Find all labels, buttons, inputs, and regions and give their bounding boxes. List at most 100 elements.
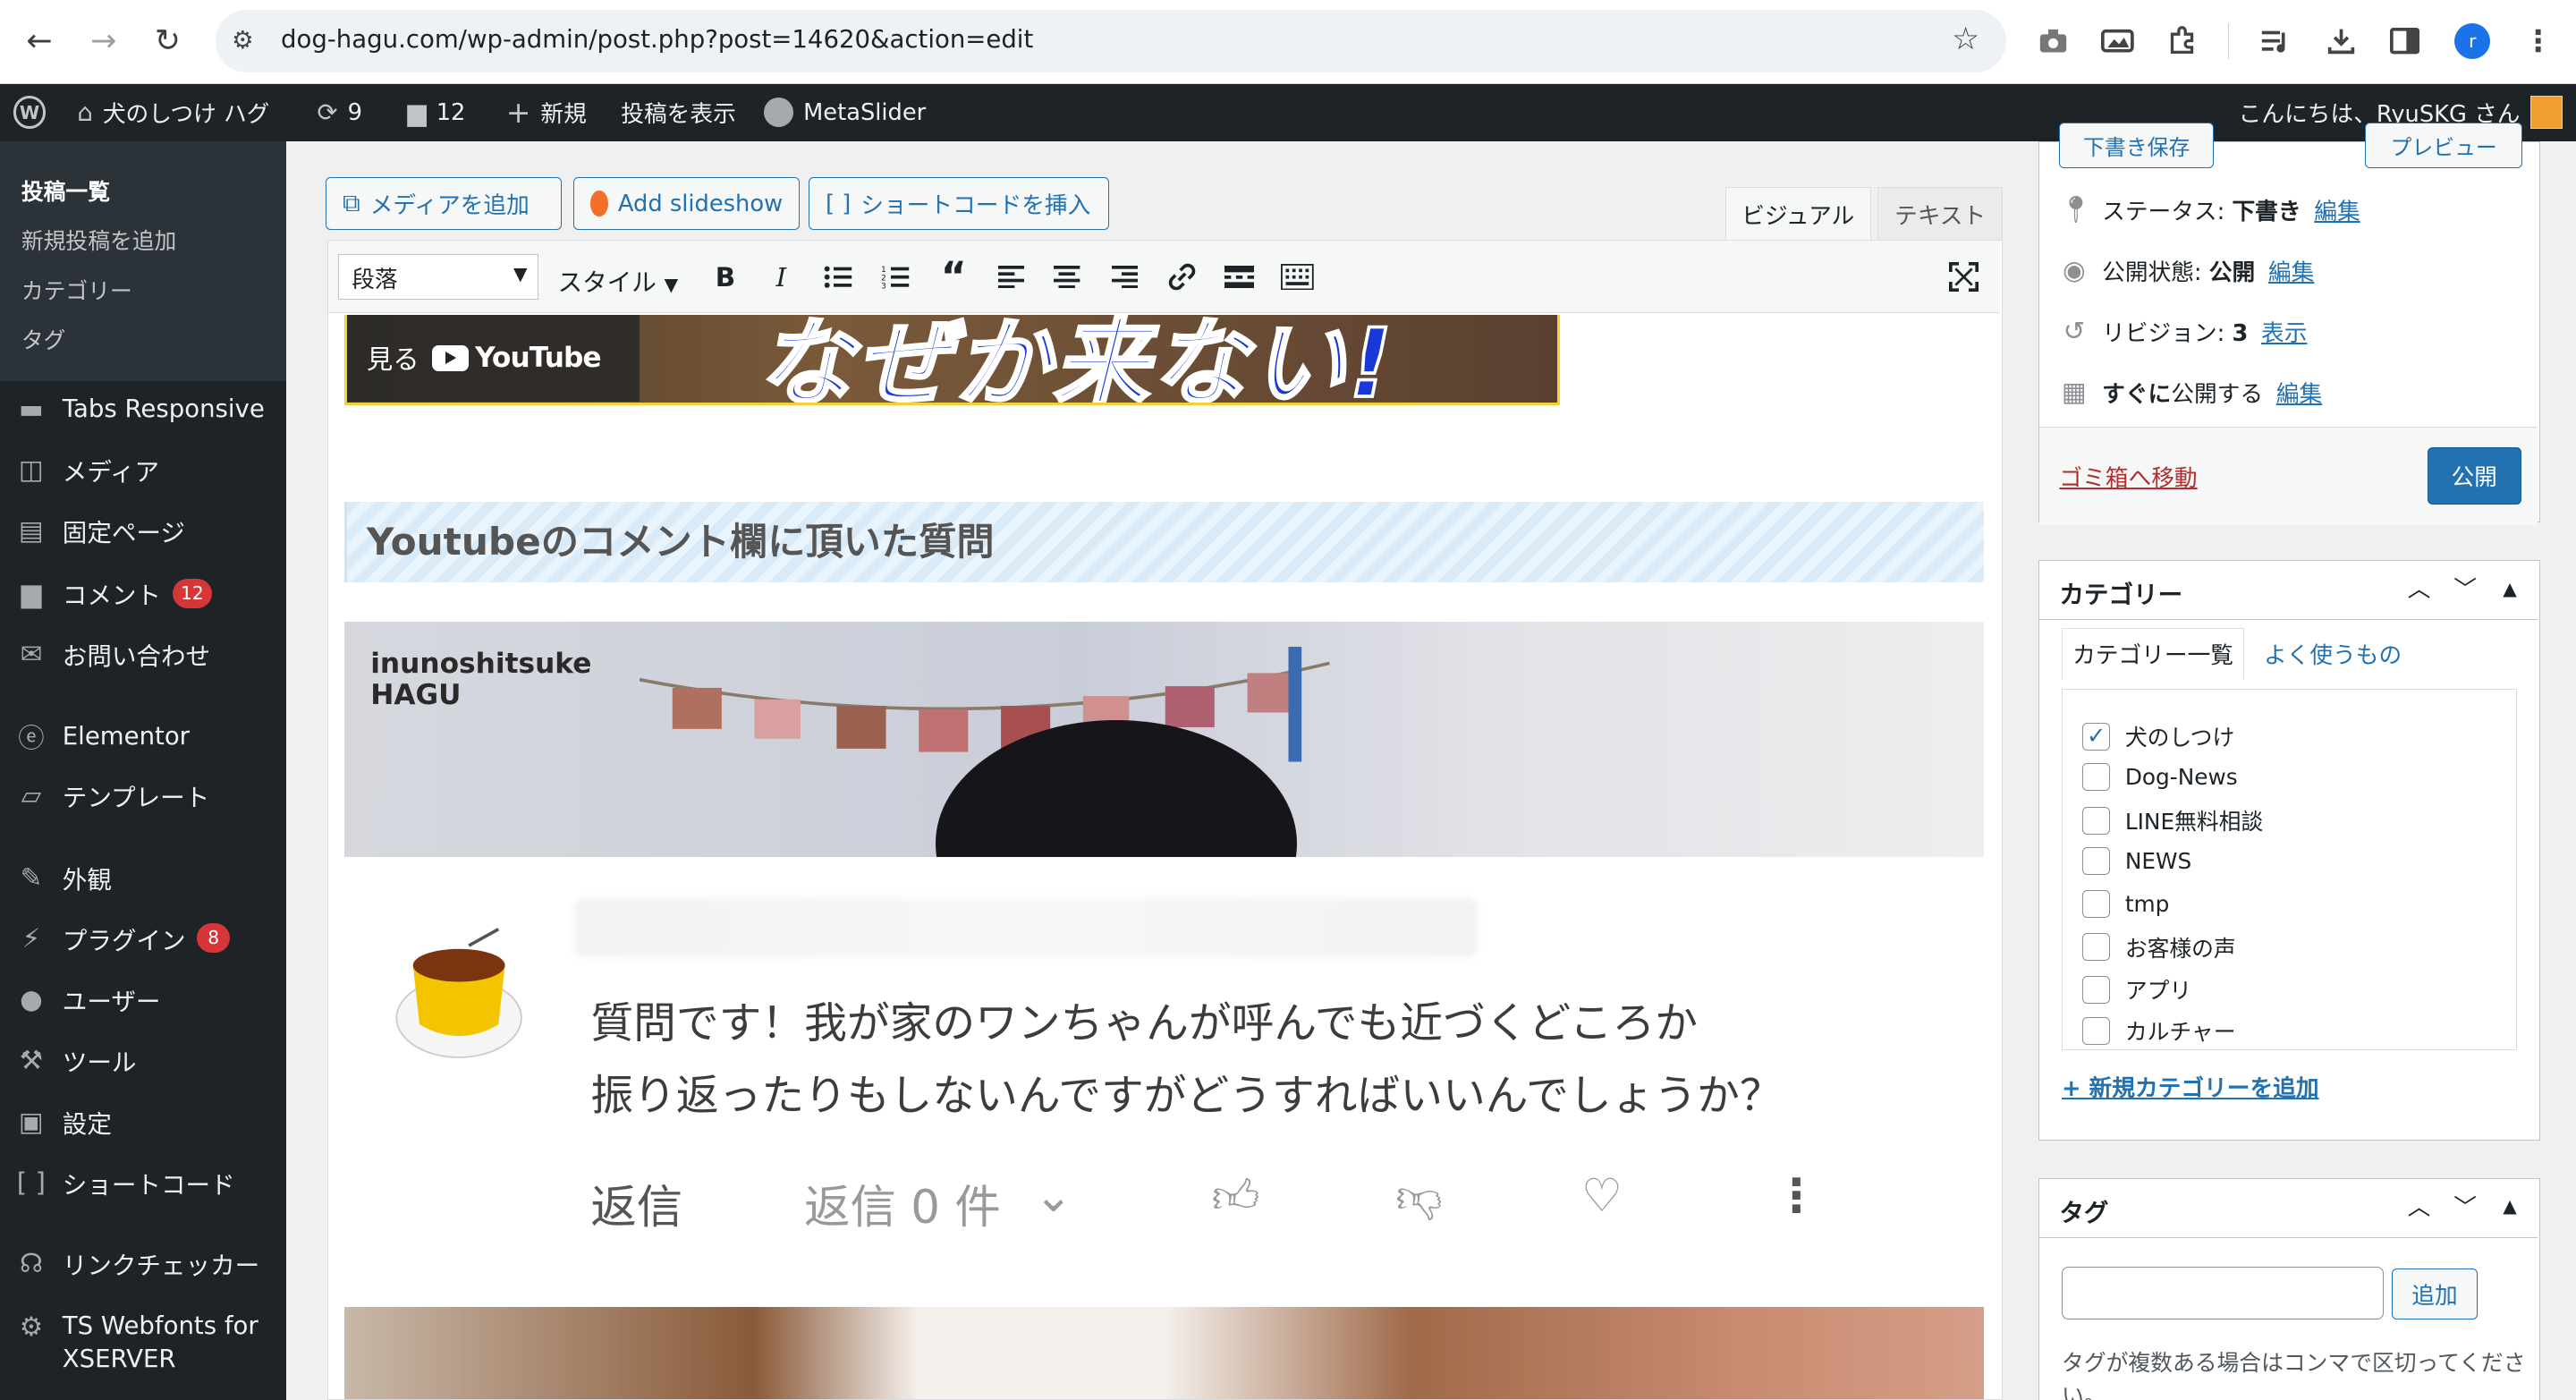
sidebar-item-shortcode[interactable]: [ ] ショートコード [0,1167,286,1200]
back-arrow-icon[interactable]: ← [18,20,61,63]
format-select[interactable]: 段落 ▼ [337,253,538,301]
sidebar-item-users[interactable]: ● ユーザー [0,982,286,1016]
checkbox[interactable] [2082,975,2111,1004]
style-select[interactable]: スタイル ▼ [558,262,679,298]
sidebar-item-settings[interactable]: ▣ 設定 [0,1106,286,1139]
numbered-list-icon[interactable]: 123 [877,259,916,294]
align-right-icon[interactable] [1105,259,1144,294]
site-name-link[interactable]: ⌂ 犬のしつけ ハグ [77,84,269,141]
collapse-toggle-icon[interactable]: ▲ [2503,1195,2517,1217]
watch-on-youtube[interactable]: 見る YouTube [346,314,640,403]
profile-avatar[interactable]: r [2454,22,2491,60]
edit-schedule-link[interactable]: 編集 [2276,376,2322,409]
sidebar-item-link-checker[interactable]: ☊ リンクチェッカー [0,1247,286,1280]
extension-puzzle-icon[interactable] [2162,21,2201,61]
updates-link[interactable]: ⟳ 9 [317,84,361,141]
align-left-icon[interactable] [992,259,1031,294]
edit-visibility-link[interactable]: 編集 [2268,254,2314,287]
move-down-icon[interactable]: ﹀ [2453,571,2477,604]
insert-link-icon[interactable] [1163,259,1202,294]
sidebar-item-appearance[interactable]: ✎ 外観 [0,861,286,895]
move-down-icon[interactable]: ﹀ [2453,1189,2477,1222]
photo-icon[interactable] [2097,21,2137,61]
bookmark-star-icon[interactable]: ☆ [1952,21,1979,57]
sidebar-item-plugins[interactable]: ⚡ プラグイン 8 [0,921,286,955]
read-more-icon[interactable] [1220,259,1259,294]
category-item[interactable]: カルチャー [2082,1014,2235,1047]
blockquote-icon[interactable]: “ [934,254,973,300]
checkbox[interactable] [2082,1016,2111,1045]
sidebar-item-media[interactable]: ◫ メディア [0,454,286,487]
bullet-list-icon[interactable] [819,259,859,294]
category-item[interactable]: お客様の声 [2082,931,2236,963]
side-panel-icon[interactable] [2385,21,2425,61]
save-draft-button[interactable]: 下書き保存 [2059,122,2215,169]
italic-icon[interactable]: I [761,259,801,294]
new-content-link[interactable]: + 新規 [506,84,587,141]
category-item[interactable]: tmp [2082,889,2169,918]
publish-button[interactable]: 公開 [2427,446,2521,505]
url-text[interactable]: dog-hagu.com/wp-admin/post.php?post=1462… [281,25,1033,54]
category-item[interactable]: ✓ 犬のしつけ [2082,720,2234,752]
category-item[interactable]: Dog-News [2082,763,2238,792]
toolbar-toggle-icon[interactable] [1277,259,1317,294]
reload-icon[interactable]: ↻ [146,20,189,63]
youtube-embed-thumbnail[interactable]: なぜか来ない! 見る YouTube [343,314,1561,405]
download-icon[interactable] [2321,21,2360,61]
camera-icon[interactable] [2034,21,2073,61]
edit-status-link[interactable]: 編集 [2314,193,2360,226]
tab-popular-categories[interactable]: よく使うもの [2254,628,2411,681]
metaslider-link[interactable]: MetaSlider [764,84,926,141]
insert-shortcode-button[interactable]: [ ] ショートコードを挿入 [808,177,1109,231]
sidebar-item-pages[interactable]: ▤ 固定ページ [0,514,286,547]
add-new-category-link[interactable]: + 新規カテゴリーを追加 [2062,1070,2319,1103]
tag-input[interactable] [2062,1267,2385,1319]
add-tag-button[interactable]: 追加 [2392,1268,2478,1319]
add-media-button[interactable]: ⧉ メディアを追加 [325,177,563,231]
category-item[interactable]: NEWS [2082,846,2192,876]
checkbox[interactable] [2082,846,2111,876]
sidebar-item-contact[interactable]: ✉ お問い合わせ [0,638,286,671]
sidebar-item-elementor[interactable]: ⓔ Elementor [0,719,286,753]
sidebar-item-templates[interactable]: ▱ テンプレート [0,779,286,812]
comments-link[interactable]: ▆ 12 [408,84,466,141]
sidebar-item-ts-webfonts[interactable]: ⚙ TS Webfonts for XSERVER [0,1310,286,1375]
add-slideshow-button[interactable]: Add slideshow [573,177,801,231]
move-up-icon[interactable]: ︿ [2408,1189,2431,1222]
preview-button[interactable]: プレビュー [2365,122,2523,169]
media-queue-icon[interactable] [2256,21,2295,61]
checked-checkbox-icon[interactable]: ✓ [2082,722,2111,751]
collapse-toggle-icon[interactable]: ▲ [2503,578,2517,599]
checkbox[interactable] [2082,932,2111,962]
address-bar[interactable]: ⚙ dog-hagu.com/wp-admin/post.php?post=14… [215,10,2006,72]
align-center-icon[interactable] [1047,259,1087,294]
more-menu-icon[interactable]: ⋮ [2519,21,2558,61]
sidebar-item-comments[interactable]: ▆ コメント 12 [0,577,286,610]
submenu-categories[interactable]: カテゴリー [0,267,286,316]
sidebar-item-tools[interactable]: ⚒ ツール [0,1043,286,1077]
move-to-trash-link[interactable]: ゴミ箱へ移動 [2059,460,2197,493]
site-settings-icon[interactable]: ⚙ [232,26,254,55]
tab-all-categories[interactable]: カテゴリー一覧 [2062,627,2245,681]
bold-icon[interactable]: B [706,259,745,294]
checkbox[interactable] [2082,806,2111,835]
move-up-icon[interactable]: ︿ [2408,571,2431,604]
tab-visual[interactable]: ビジュアル [1724,187,1871,241]
editor-content[interactable]: なぜか来ない! 見る YouTube Youtubeのコメント欄に頂いた質問 i… [327,314,2001,1399]
view-post-link[interactable]: 投稿を表示 [621,84,736,141]
sidebar-item-tabs-responsive[interactable]: ▬ Tabs Responsive [0,393,286,426]
submenu-all-posts[interactable]: 投稿一覧 [0,167,286,216]
checkbox[interactable] [2082,889,2111,918]
forward-arrow-icon[interactable]: → [82,20,125,63]
checkbox[interactable] [2082,763,2111,792]
category-item[interactable]: LINE無料相談 [2082,804,2263,836]
tab-text[interactable]: テキスト [1877,187,2003,241]
category-item[interactable]: アプリ [2082,973,2191,1005]
revisions-label: リビジョン: [2102,319,2233,347]
fullscreen-icon[interactable] [1945,259,1984,294]
category-label: NEWS [2124,847,2192,874]
wordpress-logo-icon[interactable]: W [13,84,47,141]
submenu-tags[interactable]: タグ [0,316,286,365]
submenu-add-new[interactable]: 新規投稿を追加 [0,216,286,266]
view-revisions-link[interactable]: 表示 [2261,315,2307,348]
